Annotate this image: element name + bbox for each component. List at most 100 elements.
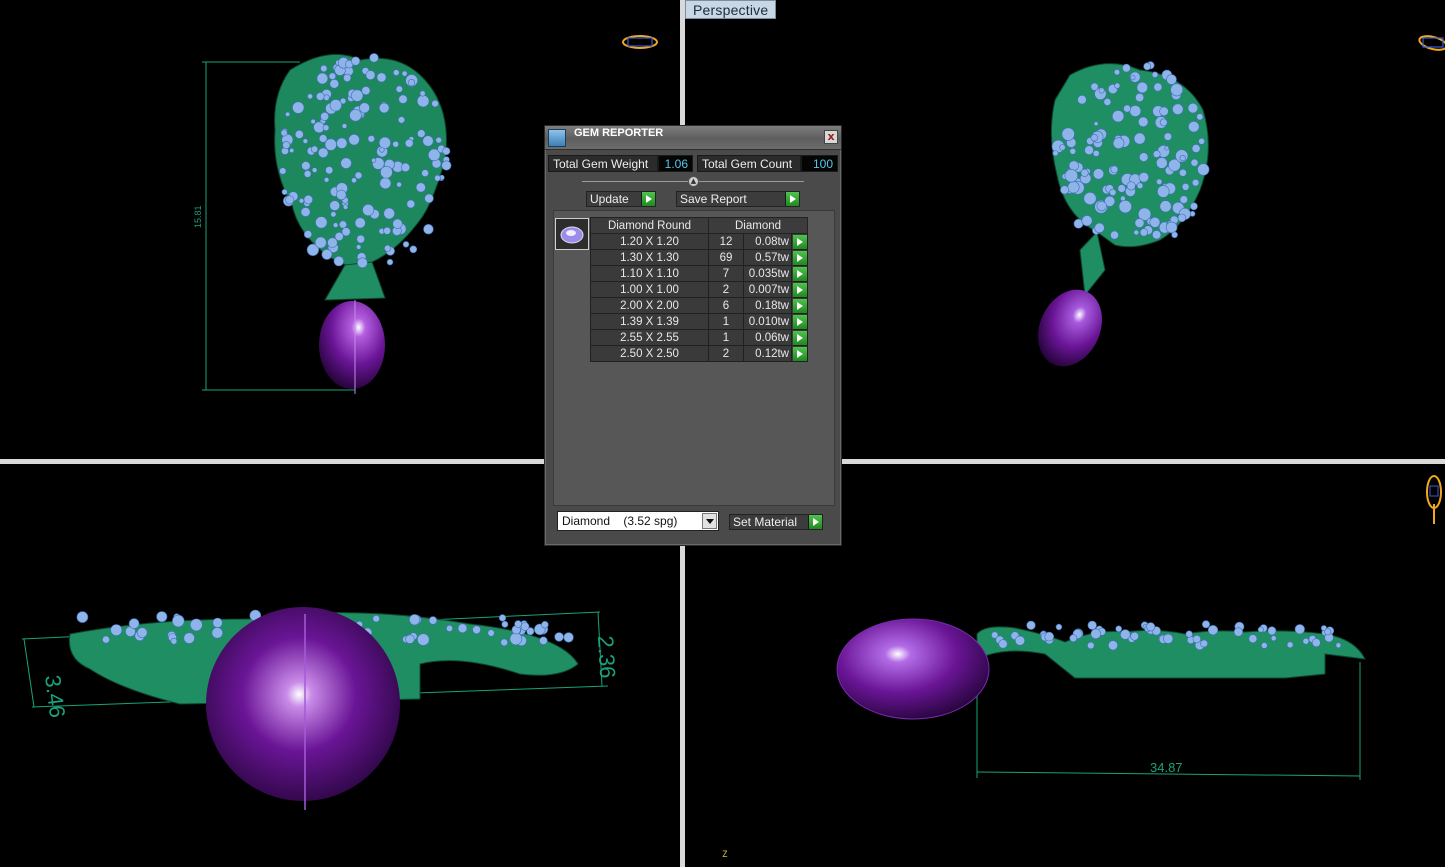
gem-stone: [428, 616, 438, 625]
gem-stone: [1117, 184, 1126, 193]
select-row-button[interactable]: [791, 345, 808, 362]
select-row-button[interactable]: [791, 313, 808, 330]
chevron-down-icon[interactable]: [702, 513, 717, 529]
table-row[interactable]: 1.10 X 1.10 7 0.035tw: [590, 265, 808, 282]
gem-stone: [431, 99, 439, 108]
select-row-button[interactable]: [791, 233, 808, 250]
gem-stone: [303, 170, 312, 178]
gem-stone: [1123, 104, 1131, 113]
select-row-button[interactable]: [791, 329, 808, 346]
gem-stone: [156, 611, 168, 623]
gem-stone: [1286, 641, 1294, 649]
gem-reporter-icon: [548, 129, 566, 147]
gem-stone: [1130, 632, 1139, 641]
table-row[interactable]: 2.50 X 2.50 2 0.12tw: [590, 345, 808, 362]
select-row-button[interactable]: [791, 297, 808, 314]
gem-stone: [378, 136, 391, 149]
material-select[interactable]: Diamond (3.52 spg): [557, 511, 719, 531]
gem-stone: [329, 79, 340, 89]
gem-stone: [329, 200, 341, 211]
gem-stone: [341, 123, 348, 129]
view-cube-icon[interactable]: [1425, 474, 1443, 526]
gem-stone: [1103, 98, 1112, 106]
gem-stone: [314, 236, 327, 249]
close-button[interactable]: x: [824, 130, 838, 144]
gem-stone: [322, 124, 330, 131]
table-row[interactable]: 1.00 X 1.00 2 0.007tw: [590, 281, 808, 298]
gem-stone: [1156, 178, 1163, 185]
gem-stone: [1159, 118, 1168, 127]
set-material-button-label: Set Material: [733, 515, 798, 529]
save-report-button-label: Save Report: [680, 192, 747, 206]
gem-stone: [318, 147, 329, 159]
gem-stone: [1191, 179, 1200, 187]
gem-stone: [351, 177, 357, 184]
gem-stone: [359, 102, 370, 114]
gem-stone: [1133, 132, 1146, 145]
gem-weight: 0.06tw: [743, 329, 792, 346]
gem-stone: [1248, 634, 1258, 644]
gem-reporter-dialog[interactable]: GEM REPORTER x Total Gem Weight 1.06 Tot…: [544, 125, 842, 546]
gem-stone: [417, 129, 426, 138]
play-arrow-icon: [793, 347, 807, 361]
gem-stone: [409, 245, 418, 254]
table-row[interactable]: 2.00 X 2.00 6 0.18tw: [590, 297, 808, 314]
gem-stone: [298, 198, 305, 204]
gem-stone: [1061, 127, 1075, 141]
dialog-titlebar[interactable]: GEM REPORTER x: [545, 126, 841, 150]
gem-stone: [563, 632, 574, 643]
gem-stone: [1090, 134, 1098, 142]
gem-stone: [190, 618, 203, 632]
gem-stone: [1084, 145, 1094, 155]
gem-stone: [310, 145, 319, 153]
gem-stone: [514, 620, 522, 628]
gem-stone: [303, 230, 313, 239]
viewport-label-perspective[interactable]: Perspective: [685, 0, 777, 19]
gem-stone: [1188, 120, 1200, 133]
update-button[interactable]: Update: [586, 191, 656, 207]
gem-stone: [1335, 642, 1342, 649]
diamond-round-icon[interactable]: [555, 218, 589, 250]
view-cube-icon[interactable]: [620, 32, 660, 52]
gem-stone: [1207, 625, 1219, 636]
gem-stone: [324, 138, 337, 151]
gem-stone: [1157, 185, 1170, 198]
gem-stone: [1090, 628, 1101, 640]
gem-stone: [380, 165, 393, 179]
gem-stone: [340, 157, 352, 169]
select-row-button[interactable]: [791, 249, 808, 266]
gem-stone: [423, 224, 434, 235]
gem-weight: 0.12tw: [743, 345, 792, 362]
gem-stone: [1094, 222, 1105, 234]
select-row-button[interactable]: [791, 265, 808, 282]
gem-stone: [315, 216, 328, 229]
drop-gem: [1037, 289, 1103, 367]
collapse-toggle-icon[interactable]: ▲: [688, 176, 699, 187]
set-material-button[interactable]: Set Material: [729, 514, 823, 530]
gem-stone: [400, 162, 411, 172]
table-row[interactable]: 1.39 X 1.39 1 0.010tw: [590, 313, 808, 330]
gem-stone: [172, 614, 185, 628]
gem-stone: [285, 111, 291, 117]
gem-count: 6: [708, 297, 744, 314]
view-cube-icon[interactable]: [1416, 32, 1445, 54]
gem-stone: [1087, 620, 1097, 630]
gem-stone: [1152, 150, 1161, 158]
gem-size: 2.00 X 2.00: [590, 297, 709, 314]
select-row-button[interactable]: [791, 281, 808, 298]
table-row[interactable]: 1.30 X 1.30 69 0.57tw: [590, 249, 808, 266]
gem-stone: [1113, 69, 1121, 76]
total-gem-count-label: Total Gem Count: [697, 155, 801, 172]
gem-stone: [336, 189, 347, 201]
gem-stone: [1163, 633, 1174, 644]
table-row[interactable]: 2.55 X 2.55 1 0.06tw: [590, 329, 808, 346]
save-report-button[interactable]: Save Report: [676, 191, 800, 207]
total-gem-weight-value: 1.06: [658, 155, 693, 172]
gem-count: 2: [708, 345, 744, 362]
gem-stone: [1110, 165, 1119, 174]
gem-stone: [110, 624, 123, 636]
play-arrow-icon: [785, 192, 799, 206]
table-row[interactable]: 1.20 X 1.20 12 0.08tw: [590, 233, 808, 250]
gem-size: 2.50 X 2.50: [590, 345, 709, 362]
gem-stone: [76, 611, 89, 623]
